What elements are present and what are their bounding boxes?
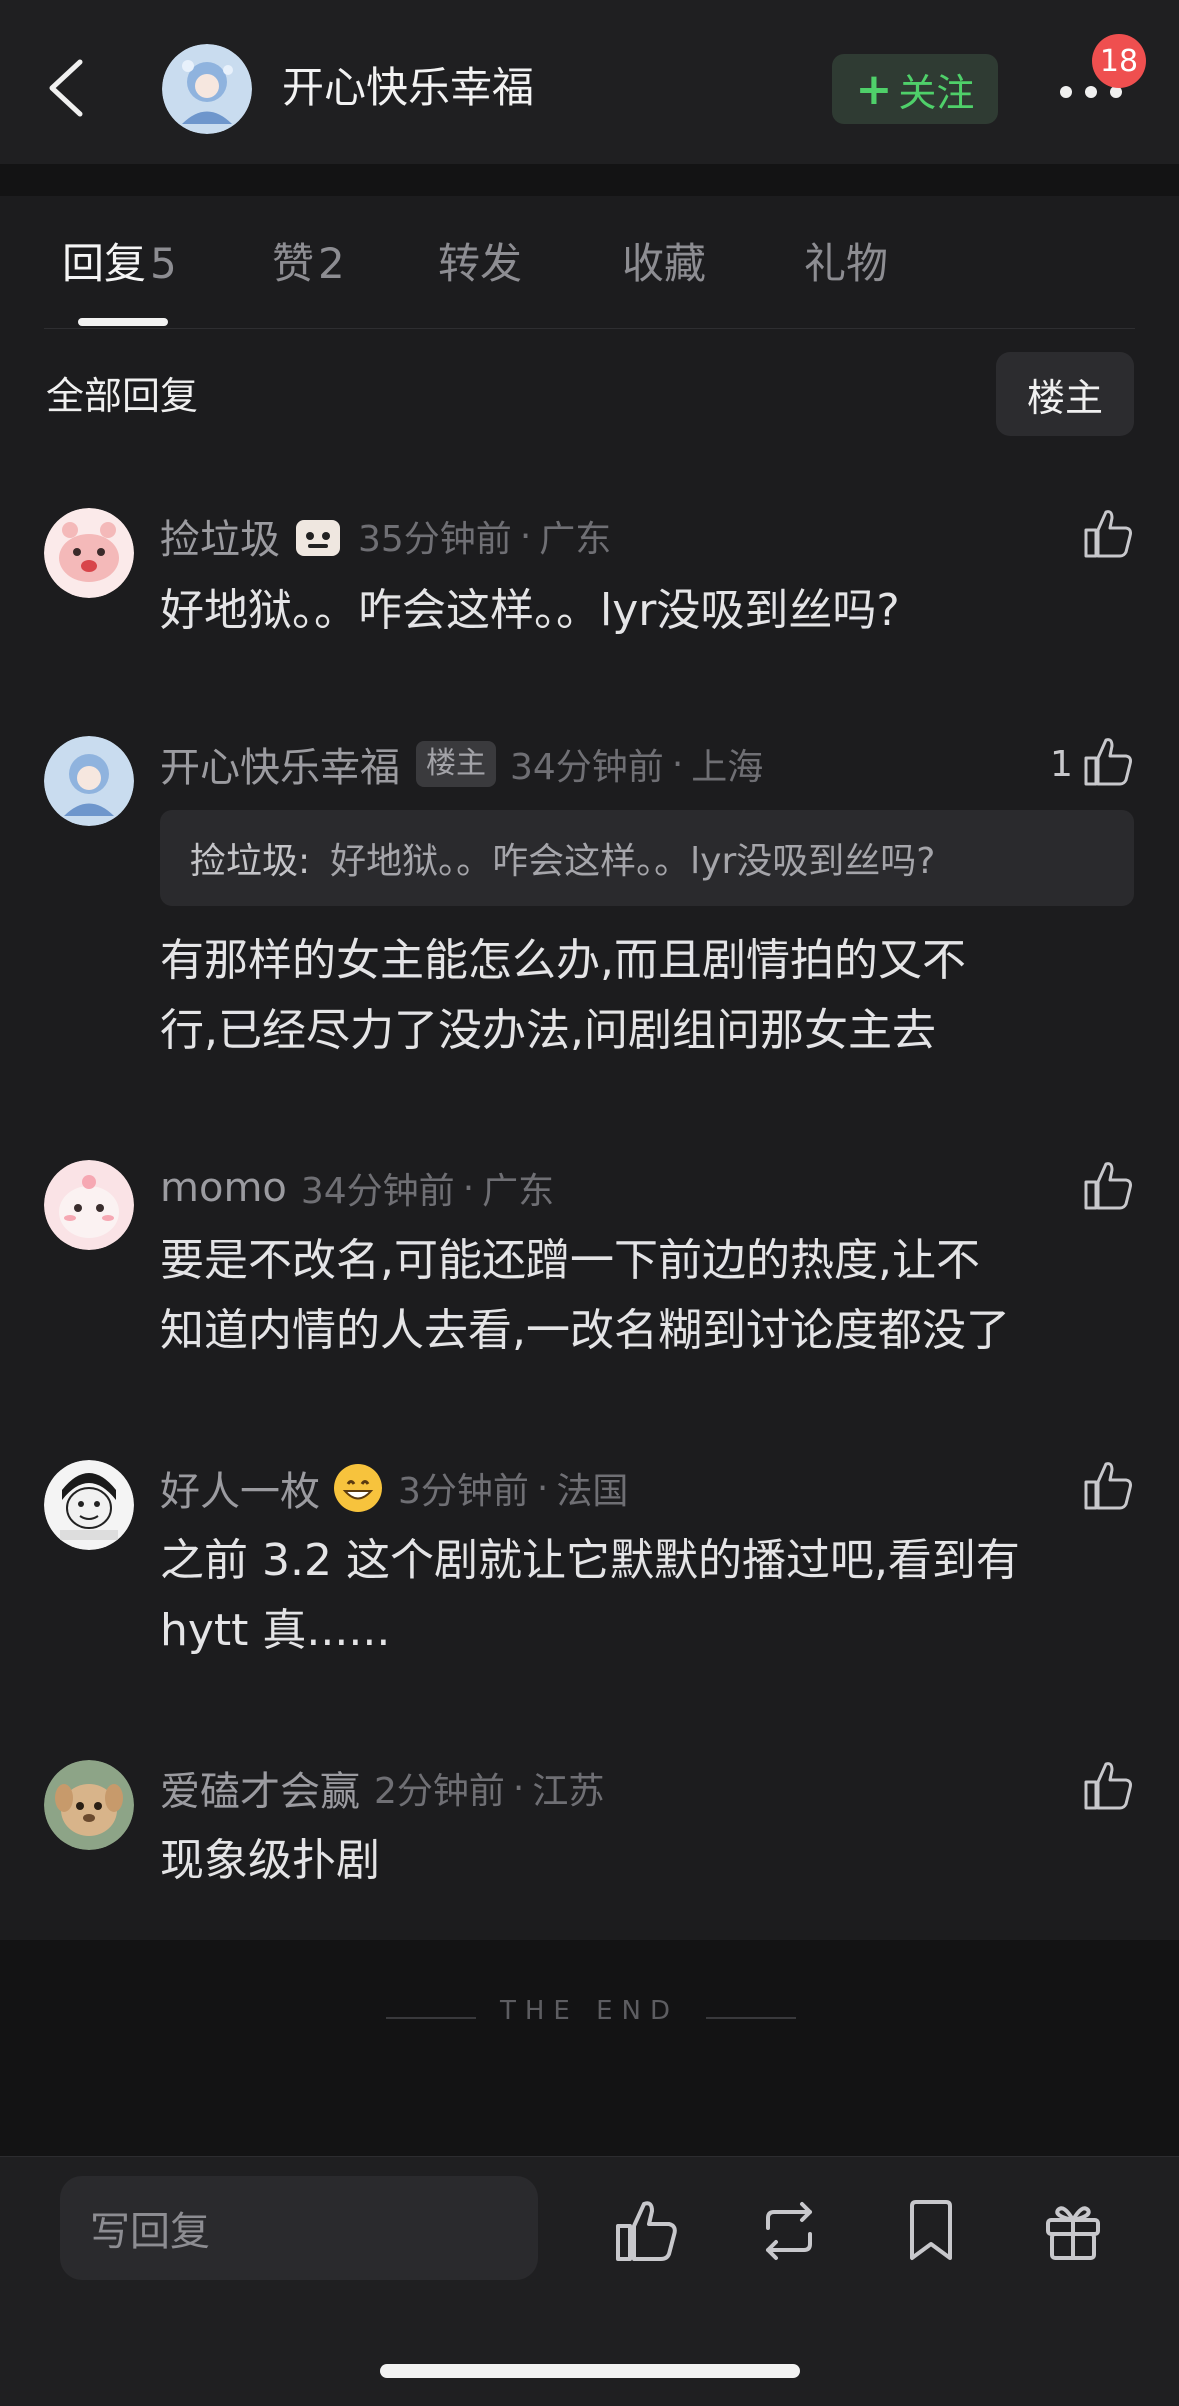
plus-icon: + [855, 63, 893, 115]
commenter-name[interactable]: 开心快乐幸福 [160, 735, 400, 793]
page-title: 开心快乐幸福 [282, 63, 535, 112]
notification-badge: 18 [1092, 34, 1146, 88]
comment-time: 35分钟前 [358, 519, 512, 560]
sticker-icon [296, 520, 340, 556]
active-tab-indicator [78, 318, 168, 326]
reply-input[interactable]: 写回复 [60, 2176, 538, 2280]
like-icon[interactable] [1082, 1158, 1136, 1212]
like-icon[interactable] [1082, 1758, 1136, 1812]
grinning-emoji-icon [334, 1464, 382, 1512]
tab-likes[interactable]: 赞2 [272, 236, 345, 292]
tab-likes-label: 赞 [272, 239, 315, 288]
owner-badge: 楼主 [416, 741, 496, 787]
reply-placeholder: 写回复 [90, 2209, 210, 2255]
tab-favorites[interactable]: 收藏 [622, 236, 706, 292]
commenter-avatar[interactable] [44, 508, 134, 598]
repost-icon[interactable] [754, 2196, 824, 2266]
comment-location: 广东 [482, 1171, 555, 1212]
comment-location: 江苏 [532, 1771, 605, 1812]
commenter-name[interactable]: 捡垃圾 [160, 507, 280, 565]
like-icon[interactable] [1082, 1458, 1136, 1512]
commenter-avatar[interactable] [44, 1160, 134, 1250]
comment-time: 34分钟前 [300, 1171, 455, 1212]
commenter-name[interactable]: 爱磕才会赢 [160, 1759, 360, 1817]
commenter-avatar[interactable] [44, 1760, 134, 1850]
comment-location: 法国 [556, 1471, 629, 1512]
comment-header: 爱磕才会赢 2分钟前 · 江苏 [160, 1758, 604, 1818]
tab-replies[interactable]: 回复5 [62, 236, 177, 292]
divider-band [0, 164, 1179, 196]
tab-gifts[interactable]: 礼物 [804, 236, 888, 292]
tab-likes-count: 2 [318, 239, 345, 288]
end-section [0, 1940, 1179, 2156]
author-avatar[interactable] [162, 44, 252, 134]
tab-replies-count: 5 [150, 239, 177, 288]
comment-header: 开心快乐幸福 楼主 34分钟前 · 上海 [160, 734, 763, 794]
commenter-name[interactable]: momo [160, 1165, 287, 1211]
commenter-avatar[interactable] [44, 1460, 134, 1550]
follow-label: 关注 [898, 70, 975, 115]
comment-header: 好人一枚 3分钟前 · 法国 [160, 1458, 628, 1518]
like-icon[interactable] [612, 2196, 682, 2266]
quoted-text: 好地狱。。咋会这样。。lyr没吸到丝吗? [330, 841, 936, 882]
like-count: 1 [1050, 744, 1073, 785]
comment-text-line: 要是不改名,可能还蹭一下前边的热度,让不 [160, 1235, 980, 1286]
comment-location: 上海 [691, 747, 764, 788]
gift-icon[interactable] [1038, 2196, 1108, 2266]
meta-separator: · [536, 1467, 549, 1509]
comment-location: 广东 [539, 519, 612, 560]
commenter-name[interactable]: 好人一枚 [160, 1459, 320, 1517]
tab-replies-label: 回复 [62, 239, 147, 288]
like-icon[interactable] [1082, 506, 1136, 560]
comment-time: 3分钟前 [398, 1471, 529, 1512]
section-title: 全部回复 [46, 374, 199, 418]
comment-time: 34分钟前 [510, 747, 664, 788]
meta-separator: · [512, 1767, 525, 1809]
end-label: THE END [499, 1996, 680, 2026]
comment-header: 捡垃圾 35分钟前 · 广东 [160, 506, 611, 566]
comment-text-line: 知道内情的人去看,一改名糊到讨论度都没了 [160, 1305, 1010, 1356]
divider [44, 328, 1135, 329]
meta-separator: · [671, 743, 684, 785]
quoted-author: 捡垃圾: [190, 841, 311, 882]
quoted-reply: 捡垃圾: 好地狱。。咋会这样。。lyr没吸到丝吗? [160, 810, 1134, 906]
comment-text-line: hytt 真...... [160, 1605, 391, 1656]
comment-text-line: 有那样的女主能怎么办,而且剧情拍的又不 [160, 935, 966, 986]
comment-time: 2分钟前 [374, 1771, 505, 1812]
meta-separator: · [462, 1167, 475, 1209]
comment-text: 现象级扑剧 [160, 1835, 380, 1886]
comment-text-line: 之前 3.2 这个剧就让它默默的播过吧,看到有 [160, 1535, 1020, 1586]
meta-separator: · [519, 515, 532, 557]
back-arrow-icon[interactable] [44, 56, 88, 120]
commenter-avatar[interactable] [44, 736, 134, 826]
tab-reposts[interactable]: 转发 [438, 236, 522, 292]
home-indicator [380, 2364, 800, 2378]
like-icon[interactable] [1082, 734, 1136, 788]
bookmark-icon[interactable] [896, 2196, 966, 2266]
comment-header: momo 34分钟前 · 广东 [160, 1158, 554, 1218]
owner-filter-button[interactable]: 楼主 [996, 352, 1134, 436]
comment-text-line: 行,已经尽力了没办法,问剧组问那女主去 [160, 1005, 936, 1056]
comment-text: 好地狱。。咋会这样。。lyr没吸到丝吗? [160, 585, 900, 636]
follow-button[interactable]: + 关注 [832, 54, 998, 124]
tab-bar: 回复5 赞2 转发 收藏 礼物 [0, 196, 1179, 328]
